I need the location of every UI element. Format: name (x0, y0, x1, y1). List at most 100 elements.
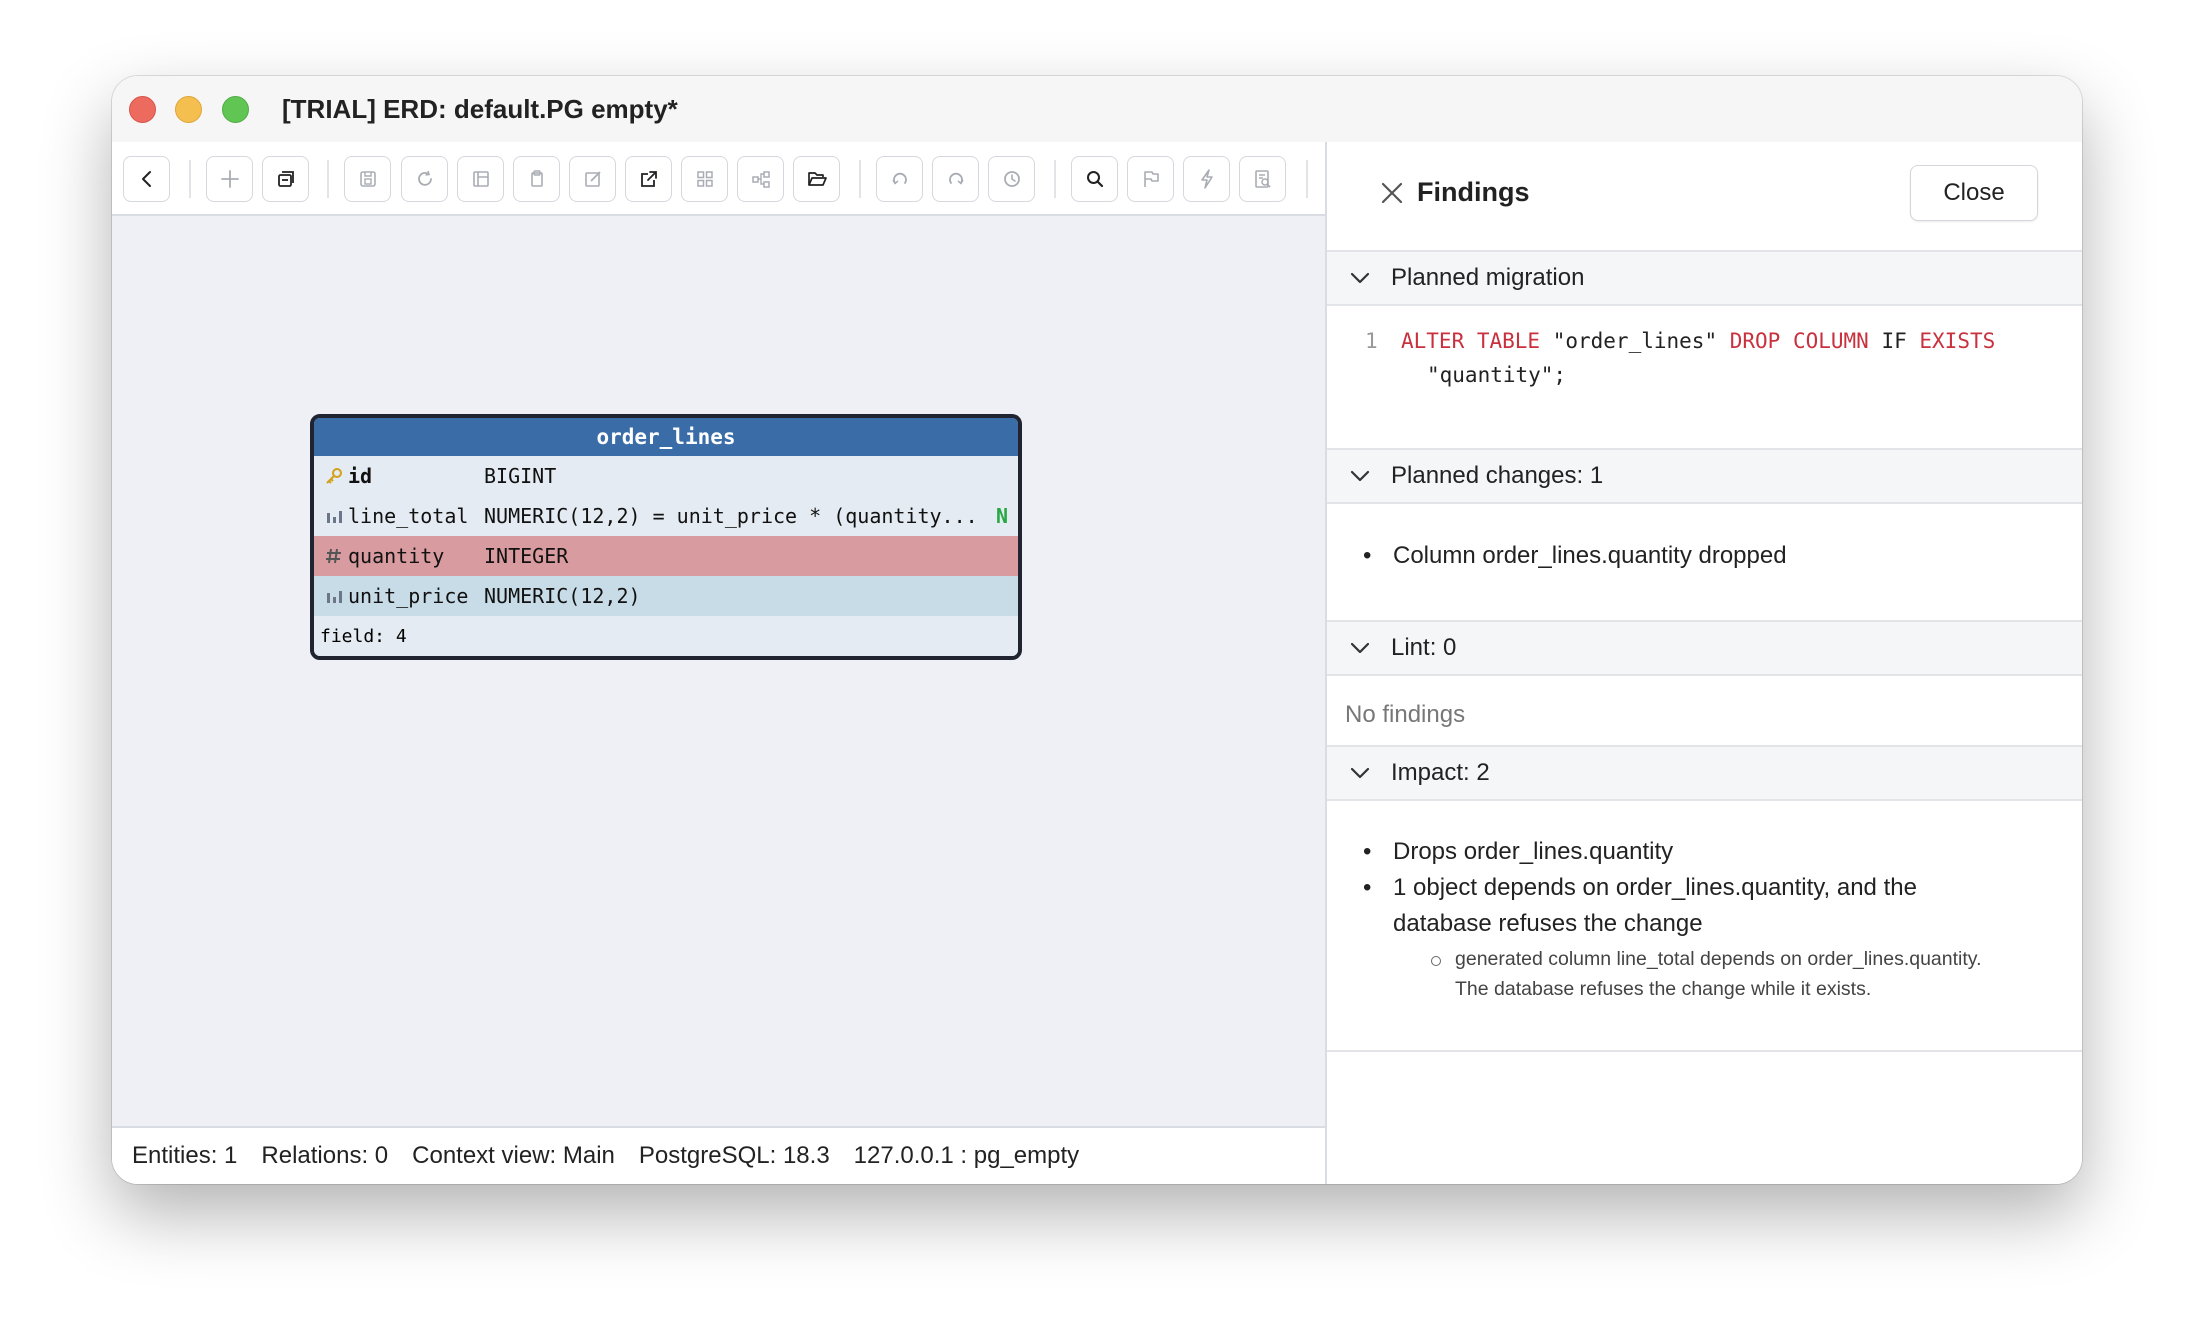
status-relations: Relations: 0 (261, 1142, 389, 1169)
search-icon (1086, 171, 1103, 188)
entity-column-row[interactable]: quantity INTEGER (314, 536, 1018, 576)
flag-icon (1143, 171, 1159, 187)
copy-window-button[interactable] (262, 156, 309, 202)
findings-header: Findings Close (1327, 142, 2082, 250)
section-planned-changes[interactable]: Planned changes: 1 (1327, 448, 2082, 504)
diagram-icon (751, 171, 770, 188)
clipboard-button[interactable] (513, 156, 560, 202)
clipboard-icon (530, 170, 543, 187)
sql-text: IF (1868, 329, 1920, 353)
redo-icon (948, 172, 964, 185)
column-name: unit_price (348, 584, 469, 608)
run-button[interactable] (1183, 156, 1230, 202)
entity-title: order_lines (314, 418, 1018, 456)
grid-button[interactable] (681, 156, 728, 202)
entity-column-row[interactable]: line_total NUMERIC(12,2) = unit_price * (… (314, 496, 1018, 536)
toolbar-separator (1306, 160, 1308, 198)
zoom-window-button[interactable] (222, 96, 249, 123)
minimize-window-button[interactable] (175, 96, 202, 123)
status-entities: Entities: 1 (132, 1142, 238, 1169)
undo-button[interactable] (876, 156, 923, 202)
sub-list-line: generated column line_total depends on o… (1455, 948, 1982, 970)
status-db-version: PostgreSQL: 18.3 (638, 1142, 830, 1169)
sql-line-1: ALTER TABLE "order_lines" DROP COLUMN IF… (1401, 324, 1995, 358)
window-title: [TRIAL] ERD: default.PG empty* (282, 94, 678, 124)
list-item: 1 object depends on order_lines.quantity… (1363, 874, 1917, 902)
section-impact[interactable]: Impact: 2 (1327, 745, 2082, 801)
refresh-icon (417, 170, 432, 186)
inspect-button[interactable] (1239, 156, 1286, 202)
section-label: Lint: 0 (1391, 634, 1457, 661)
flag-button[interactable] (1127, 156, 1174, 202)
column-type: NUMERIC(12,2) (484, 584, 641, 608)
history-icon (1003, 171, 1020, 187)
hash-icon (320, 546, 348, 566)
status-bar: Entities: 1 Relations: 0 Context view: M… (112, 1126, 1325, 1184)
chevron-left-icon (141, 171, 151, 187)
save-button[interactable] (344, 156, 391, 202)
chevron-down-icon (1350, 642, 1370, 654)
list-item: Column order_lines.quantity dropped (1363, 542, 1787, 570)
search-button[interactable] (1071, 156, 1118, 202)
column-type: BIGINT (484, 464, 557, 488)
chevron-down-icon (1350, 470, 1370, 482)
refresh-button[interactable] (401, 156, 448, 202)
column-icon (320, 587, 348, 605)
entity-card-order-lines[interactable]: order_lines id BIGINT line_total NUMERIC(12… (310, 414, 1022, 660)
key-icon (320, 466, 348, 486)
diagram-canvas[interactable]: order_lines id BIGINT line_total NUMERIC(12… (112, 216, 1325, 1126)
sub-list-line: The database refuses the change while it… (1455, 978, 1872, 1000)
migration-sql: 1 ALTER TABLE "order_lines" DROP COLUMN … (1327, 324, 2082, 404)
folder-open-icon (807, 172, 827, 186)
list-item-continuation: database refuses the change (1393, 910, 1703, 937)
lightning-icon (1200, 169, 1213, 189)
back-button[interactable] (123, 156, 170, 202)
column-name: id (348, 464, 373, 488)
inspect-icon (1254, 170, 1271, 188)
sub-list-item: generated column line_total depends on o… (1431, 944, 1982, 1004)
erd-pane: order_lines id BIGINT line_total NUMERIC(12… (112, 142, 1325, 1184)
section-label: Planned changes: 1 (1391, 462, 1604, 489)
list-item-line: 1 object depends on order_lines.quantity… (1393, 874, 1917, 901)
close-icon[interactable] (1379, 180, 1405, 206)
findings-panel: Findings Close Planned migration 1 ALTER… (1325, 142, 2082, 1184)
sql-text: "order_lines" (1540, 329, 1730, 353)
section-label: Impact: 2 (1391, 759, 1490, 786)
toolbar-separator (189, 160, 191, 198)
history-button[interactable] (988, 156, 1035, 202)
section-lint[interactable]: Lint: 0 (1327, 620, 2082, 676)
entity-column-row[interactable]: unit_price NUMERIC(12,2) (314, 576, 1018, 616)
entity-field-count: field: 4 (314, 616, 1018, 656)
column-type: INTEGER (484, 544, 569, 568)
column-name: line_total (348, 504, 469, 528)
export-button[interactable] (625, 156, 672, 202)
save-icon (359, 171, 376, 187)
entity-column-row[interactable]: id BIGINT (314, 456, 1018, 496)
sql-keyword: ALTER TABLE (1401, 329, 1541, 353)
export-icon (640, 171, 657, 187)
status-context-view: Context view: Main (412, 1142, 615, 1169)
findings-title: Findings (1417, 177, 1530, 207)
layout-button[interactable] (457, 156, 504, 202)
open-button[interactable] (793, 156, 840, 202)
column-name: quantity (348, 544, 445, 568)
nullable-flag: N (996, 504, 1009, 528)
sql-keyword: EXISTS (1919, 329, 1996, 353)
edit-button[interactable] (569, 156, 616, 202)
line-number: 1 (1365, 329, 1378, 353)
section-label: Planned migration (1391, 264, 1585, 291)
close-button[interactable]: Close (1910, 165, 2038, 221)
column-icon (320, 507, 348, 525)
close-window-button[interactable] (129, 96, 156, 123)
toolbar-separator (327, 160, 329, 198)
add-button[interactable] (206, 156, 253, 202)
app-window: [TRIAL] ERD: default.PG empty* order_lin… (112, 76, 2082, 1184)
toolbar-separator (859, 160, 861, 198)
diagram-button[interactable] (737, 156, 784, 202)
layout-icon (472, 171, 489, 187)
title-bar: [TRIAL] ERD: default.PG empty* (112, 76, 2082, 142)
redo-button[interactable] (932, 156, 979, 202)
status-connection: 127.0.0.1 : pg_empty (853, 1142, 1080, 1169)
section-planned-migration[interactable]: Planned migration (1327, 250, 2082, 306)
chevron-down-icon (1350, 767, 1370, 779)
